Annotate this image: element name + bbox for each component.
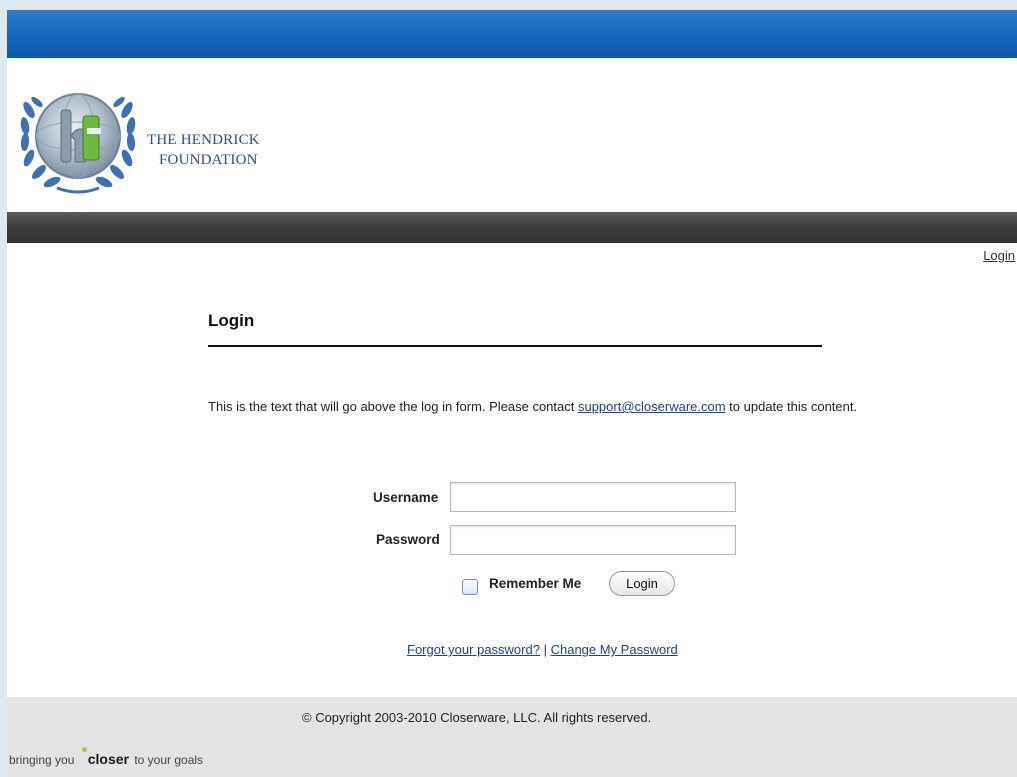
- closerware-tagline: bringing you closer to your goals: [9, 747, 204, 767]
- username-input[interactable]: [450, 482, 736, 512]
- link-separator: |: [543, 642, 547, 657]
- intro-text-before: This is the text that will go above the …: [208, 399, 578, 414]
- title-divider: [208, 345, 822, 347]
- organization-name-line2: FOUNDATION: [159, 152, 258, 168]
- site-header: THE HENDRICK FOUNDATION: [7, 58, 1017, 212]
- page-title: Login: [208, 311, 255, 330]
- password-links: Forgot your password? | Change My Passwo…: [407, 642, 678, 657]
- dark-nav-bar: [7, 212, 1017, 243]
- page-frame: THE HENDRICK FOUNDATION Login Login This…: [7, 10, 1017, 777]
- top-blue-bar: [7, 10, 1017, 58]
- change-password-link[interactable]: Change My Password: [551, 642, 678, 657]
- copyright-text: © Copyright 2003-2010 Closerware, LLC. A…: [302, 710, 652, 725]
- remember-me-label[interactable]: Remember Me: [489, 576, 581, 591]
- password-label: Password: [376, 532, 440, 547]
- tagline-after: to your goals: [134, 753, 204, 767]
- brand-dot-icon: [81, 747, 87, 752]
- login-button[interactable]: Login: [609, 571, 675, 596]
- intro-text: This is the text that will go above the …: [208, 399, 857, 414]
- hf-laurel-logo-icon[interactable]: [17, 80, 139, 198]
- organization-name: THE HENDRICK FOUNDATION: [147, 130, 260, 170]
- forgot-password-link[interactable]: Forgot your password?: [407, 642, 540, 657]
- remember-me-checkbox[interactable]: [462, 579, 478, 595]
- organization-name-line1: THE HENDRICK: [147, 132, 260, 148]
- tagline-before: bringing you: [9, 753, 75, 767]
- closer-brand-text: closer: [87, 751, 129, 767]
- intro-text-after: to update this content.: [725, 399, 858, 414]
- closer-brand: closer: [81, 747, 129, 767]
- password-input[interactable]: [450, 525, 736, 555]
- site-footer: © Copyright 2003-2010 Closerware, LLC. A…: [7, 697, 1017, 777]
- username-label: Username: [373, 490, 439, 505]
- header-login-link[interactable]: Login: [983, 248, 1015, 263]
- support-email-link[interactable]: support@closerware.com: [578, 399, 726, 414]
